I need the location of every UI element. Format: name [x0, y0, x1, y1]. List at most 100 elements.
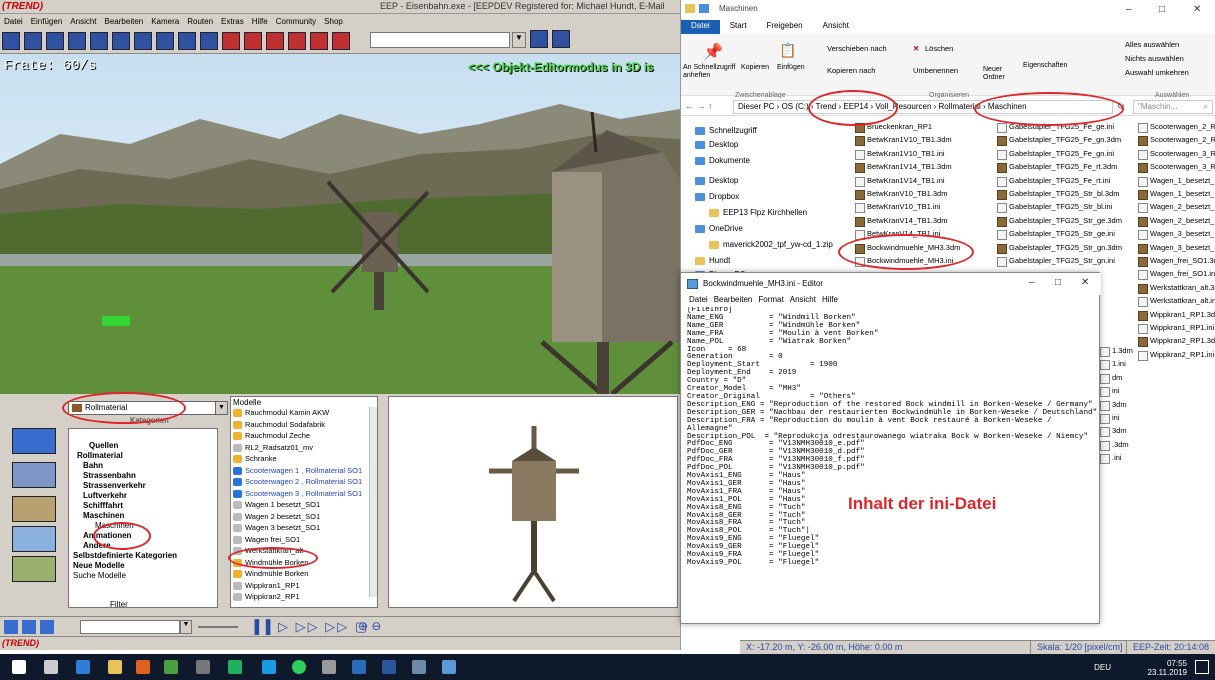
file-item[interactable]: Wagen_2_besetzt_SO — [1138, 202, 1215, 214]
word-icon[interactable] — [382, 660, 396, 674]
file-item[interactable]: 3dm — [1100, 400, 1127, 411]
model-list-item[interactable]: Scooterwagen 1 , Rollmaterial SO1 — [233, 466, 362, 476]
tree-item[interactable]: Strassenbahn — [83, 471, 136, 481]
tree-item[interactable]: Bahn — [83, 461, 103, 471]
file-item[interactable]: 3dm — [1100, 426, 1127, 438]
eep-menu-item[interactable]: Kamera — [151, 17, 179, 26]
layout-combo[interactable] — [370, 32, 510, 48]
notepad-menu-item[interactable]: Datei — [689, 295, 708, 307]
eep-menu-item[interactable]: Ansicht — [70, 17, 96, 26]
move-to-button[interactable]: Verschieben nach — [827, 44, 887, 53]
maximize-icon[interactable]: □ — [1159, 4, 1165, 15]
eep-menu-item[interactable]: Einfügen — [31, 17, 63, 26]
paste-button[interactable]: Einfügen — [777, 64, 805, 71]
notepad-task-icon[interactable] — [442, 660, 456, 674]
copy-button[interactable]: Kopieren — [741, 64, 769, 71]
file-item[interactable]: Gabelstapler_TFG25_Str_bl.3dm — [997, 189, 1119, 200]
save-as-icon[interactable] — [68, 32, 86, 50]
select-none-button[interactable]: Nichts auswählen — [1125, 54, 1184, 63]
eep-menu-item[interactable]: Routen — [187, 17, 213, 26]
help-icon[interactable] — [552, 30, 570, 48]
file-item[interactable]: Wippkran1_RP1.ini — [1138, 323, 1214, 334]
skype-icon[interactable] — [262, 660, 276, 674]
select-all-button[interactable]: Alles auswählen — [1125, 40, 1179, 49]
model-list-item[interactable]: Windmühle Borken — [233, 569, 308, 579]
rename-button[interactable]: Umbenennen — [913, 66, 958, 75]
copy-to-button[interactable]: Kopieren nach — [827, 66, 875, 75]
delete-icon[interactable] — [156, 32, 174, 50]
file-item[interactable]: Wippkran2_RP1.ini — [1138, 350, 1214, 361]
tree-item[interactable]: Suche Modelle — [73, 571, 126, 581]
file-item[interactable]: 1.ini — [1100, 359, 1126, 371]
file-item[interactable]: Gabelstapler_TFG25_Fe_gn.ini — [997, 149, 1114, 160]
open-icon[interactable] — [24, 32, 42, 50]
nav-item[interactable]: OneDrive — [695, 224, 743, 233]
file-item[interactable]: Scooterwagen_3_Ro — [1138, 149, 1215, 160]
maximize-icon[interactable]: □ — [1055, 277, 1061, 288]
new-folder-button[interactable]: Neuer Ordner — [983, 66, 1019, 82]
model-list-item[interactable]: Wagen 3 besetzt_SO1 — [233, 523, 320, 533]
file-item[interactable]: Gabelstapler_TFG25_Fe_gn.3dm — [997, 135, 1121, 147]
wheel-icon[interactable] — [40, 620, 54, 634]
clock[interactable]: 07:55 23.11.2019 — [1148, 659, 1187, 677]
notepad-menu-item[interactable]: Hilfe — [822, 295, 838, 307]
language-indicator[interactable]: DEU — [1094, 663, 1111, 672]
notepad-menu-item[interactable]: Bearbeiten — [714, 295, 753, 307]
file-item[interactable]: BetwKran1V14_TB1.ini — [855, 176, 945, 187]
invert-selection-button[interactable]: Auswahl umkehren — [1125, 68, 1189, 77]
signal-icon[interactable] — [244, 32, 262, 50]
windows-start-icon[interactable] — [12, 660, 26, 674]
ribbon-tab[interactable]: Freigeben — [757, 20, 813, 34]
tram-icon[interactable] — [288, 32, 306, 50]
water-icon[interactable] — [310, 32, 328, 50]
file-item[interactable]: Wagen_3_besetzt_SO — [1138, 243, 1215, 254]
nav-item[interactable]: EEP13 Flpz Kirchhellen — [709, 208, 807, 217]
eep-menu-item[interactable]: Hilfe — [252, 17, 268, 26]
notepad-menu-item[interactable]: Ansicht — [790, 295, 816, 307]
firefox-icon[interactable] — [136, 660, 150, 674]
file-item[interactable]: Gabelstapler_TFG25_Str_ge.3dm — [997, 216, 1122, 227]
model-list-item[interactable]: Wagen 1 besetzt_SO1 — [233, 500, 320, 510]
speed-slider[interactable] — [198, 626, 238, 628]
file-item[interactable]: Wippkran2_RP1.3dm — [1138, 336, 1215, 348]
tree-item[interactable]: Selbstdefinierte Kategorien — [73, 551, 177, 561]
chevron-down-icon[interactable]: ▼ — [215, 402, 227, 414]
eep-menu-item[interactable]: Shop — [324, 17, 343, 26]
app-icon[interactable] — [228, 660, 242, 674]
selection-marker[interactable] — [102, 316, 130, 326]
category-tree[interactable]: Quellen Rollmaterial Bahn Strassenbahn Stras… — [68, 428, 218, 608]
edge-icon[interactable] — [76, 660, 90, 674]
file-item[interactable]: Scooterwagen_2_Ro — [1138, 122, 1215, 133]
redo-icon[interactable] — [200, 32, 218, 50]
file-item[interactable]: Gabelstapler_TFG25_Fe_rt.ini — [997, 176, 1110, 187]
file-item[interactable]: .3dm — [1100, 440, 1129, 451]
nav-item[interactable]: Schnellzugriff — [695, 126, 757, 135]
pin-icon[interactable]: 📌 — [703, 42, 723, 62]
file-item[interactable]: Gabelstapler_TFG25_Str_gn.3dm — [997, 243, 1122, 254]
file-item[interactable]: Gabelstapler_TFG25_Fe_rt.3dm — [997, 162, 1117, 174]
file-item[interactable]: Werkstattkran_alt.in — [1138, 296, 1215, 308]
nav-item[interactable]: Hundt — [695, 256, 730, 265]
ribbon-tab[interactable]: Ansicht — [813, 20, 859, 34]
app-icon[interactable] — [412, 660, 426, 674]
gleisobjekte-mode-button[interactable] — [12, 526, 56, 552]
file-item[interactable]: Wagen_1_besetzt_SO — [1138, 189, 1215, 200]
model-list-item[interactable]: Wagen 2 besetzt_SO1 — [233, 512, 320, 522]
file-item[interactable]: .ini — [1100, 453, 1122, 465]
file-item[interactable]: BetwKran1V10_TB1.ini — [855, 149, 945, 160]
file-item[interactable]: Scooterwagen_3_Ro — [1138, 162, 1215, 174]
delete-button[interactable]: Löschen — [925, 44, 953, 53]
tree-item[interactable]: Quellen — [89, 441, 118, 451]
bottom-combo[interactable] — [80, 620, 180, 634]
file-item[interactable]: BetwKranV10_TB1.3dm — [855, 189, 947, 200]
model-list-item[interactable]: Wagen frei_SO1 — [233, 535, 300, 545]
file-item[interactable]: Werkstattkran_alt.3c — [1138, 283, 1215, 294]
model-list-item[interactable]: RL2_Radsatz01_mv — [233, 443, 313, 453]
file-item[interactable]: Wagen_1_besetzt_SO — [1138, 176, 1215, 187]
save-icon[interactable] — [46, 32, 64, 50]
copy-icon[interactable] — [112, 32, 130, 50]
breadcrumb-segment[interactable]: Dieser PC — [738, 102, 774, 111]
notepad-text-area[interactable]: [FileInfo] Name_ENG = "Windmill Borken" … — [687, 307, 1097, 621]
model-list-item[interactable]: Scooterwagen 3 , Rollmaterial SO1 — [233, 489, 362, 499]
notepad-menu-item[interactable]: Format — [758, 295, 783, 307]
